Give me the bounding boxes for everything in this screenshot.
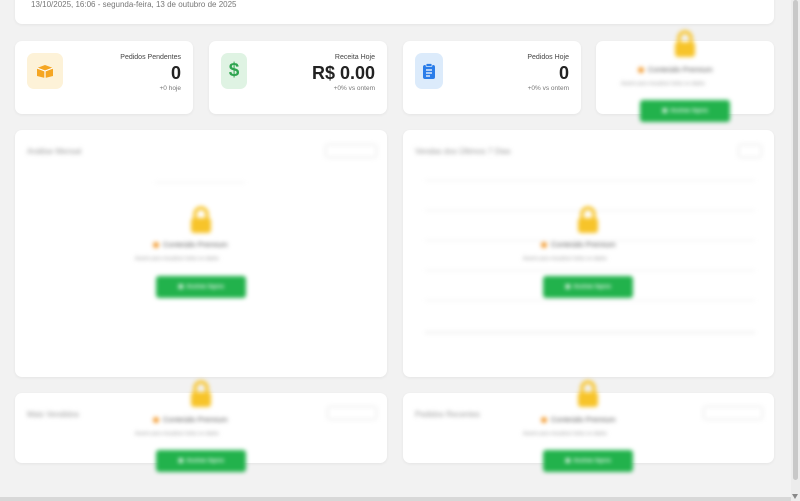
scrollbar-thumb[interactable] xyxy=(793,0,798,480)
premium-subtitle: Assine para visualizar todos os dados xyxy=(135,431,219,437)
panel-title: Análise Mensal xyxy=(27,147,82,156)
unlock-icon: ▣ xyxy=(565,284,571,290)
lock-icon xyxy=(575,380,601,408)
ghost-filter-button xyxy=(738,144,762,158)
unlock-button[interactable]: ▣ Assinar Agora xyxy=(543,450,633,472)
ghost-filter-button xyxy=(703,406,763,420)
premium-dot-icon xyxy=(541,241,547,248)
stat-value: R$ 0.00 xyxy=(311,63,375,83)
panel-title: Vendas dos Últimos 7 Dias xyxy=(415,147,511,156)
panel-title: Pedidos Recentes xyxy=(415,410,480,419)
stat-label: Receita Hoje xyxy=(334,54,375,61)
premium-subtitle: Assine para visualizar todos os dados xyxy=(621,81,705,87)
premium-subtitle: Assine para visualizar todos os dados xyxy=(523,256,607,262)
box-icon xyxy=(27,53,63,89)
lock-icon xyxy=(188,206,214,234)
premium-subtitle: Assine para visualizar todos os dados xyxy=(523,431,607,437)
scroll-down-arrow-icon[interactable] xyxy=(792,494,798,499)
premium-title: Conteúdo Premium xyxy=(541,240,616,249)
header-card: 13/10/2025, 16:06 - segunda-feira, 13 de… xyxy=(15,0,774,24)
lock-icon xyxy=(188,380,214,408)
stat-label: Pedidos Pendentes xyxy=(120,54,181,61)
unlock-button[interactable]: ▣ Assinar Agora xyxy=(543,276,633,298)
premium-title: Conteúdo Premium xyxy=(638,65,713,74)
horizontal-scrollbar[interactable] xyxy=(0,497,791,501)
stat-value: 0 xyxy=(558,63,569,83)
stat-card-pending-orders: Pedidos Pendentes 0 +0 hoje xyxy=(15,41,193,114)
stat-card-orders-today: Pedidos Hoje 0 +0% vs ontem xyxy=(403,41,581,114)
unlock-icon: ▣ xyxy=(178,458,184,464)
premium-title: Conteúdo Premium xyxy=(541,415,616,424)
unlock-icon: ▣ xyxy=(178,284,184,290)
unlock-button[interactable]: ▣ Assinar Agora xyxy=(156,450,246,472)
unlock-button[interactable]: ▣ Assinar Agora xyxy=(156,276,246,298)
unlock-icon: ▣ xyxy=(565,458,571,464)
stat-sub: +0 hoje xyxy=(159,85,181,92)
unlock-button[interactable]: ▣ Assinar Agora xyxy=(640,100,730,122)
premium-title: Conteúdo Premium xyxy=(153,240,228,249)
premium-dot-icon xyxy=(638,66,644,73)
premium-subtitle: Assine para visualizar todos os dados xyxy=(135,256,219,262)
ghost-filter-button xyxy=(327,406,377,420)
stat-sub: +0% vs ontem xyxy=(333,85,375,92)
vertical-scrollbar[interactable] xyxy=(791,0,800,501)
ghost-filter-button xyxy=(325,144,377,158)
panel-last-7-days-sales: Vendas dos Últimos 7 Dias Conteúdo Premi… xyxy=(403,130,774,377)
stat-value: 0 xyxy=(170,63,181,83)
premium-dot-icon xyxy=(541,416,547,423)
unlock-icon: ▣ xyxy=(662,108,668,114)
premium-dot-icon xyxy=(153,241,159,248)
stat-sub: +0% vs ontem xyxy=(527,85,569,92)
premium-dot-icon xyxy=(153,416,159,423)
datetime-text: 13/10/2025, 16:06 - segunda-feira, 13 de… xyxy=(31,0,237,9)
premium-title: Conteúdo Premium xyxy=(153,415,228,424)
lock-icon xyxy=(672,30,698,58)
lock-icon xyxy=(575,206,601,234)
dollar-icon: $ xyxy=(221,53,247,89)
panel-title: Mais Vendidos xyxy=(27,410,80,419)
panel-monthly-analysis: Análise Mensal Conteúdo Premium Assine p… xyxy=(15,130,387,377)
stat-label: Pedidos Hoje xyxy=(527,54,569,61)
stat-card-revenue-today: $ Receita Hoje R$ 0.00 +0% vs ontem xyxy=(209,41,387,114)
clipboard-icon xyxy=(415,53,443,89)
